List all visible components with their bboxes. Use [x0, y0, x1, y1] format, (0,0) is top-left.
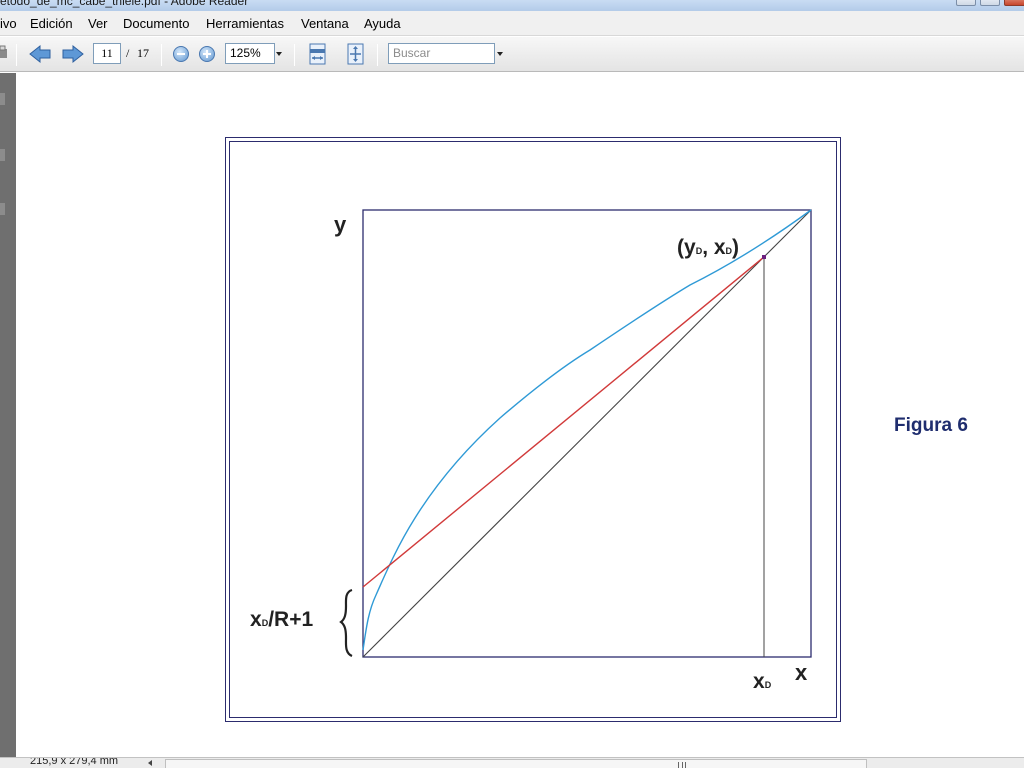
scroll-left-icon[interactable] — [148, 760, 152, 766]
distillate-point — [762, 255, 766, 259]
intercept-label: xD/R+1 — [250, 608, 314, 631]
operating-line — [362, 256, 765, 588]
xd-tick-label: xD — [753, 670, 772, 693]
page-size-label: 215,9 x 279,4 mm — [30, 757, 119, 767]
distillate-point-label: (yD, xD) — [677, 236, 740, 259]
equilibrium-curve — [362, 209, 812, 651]
horizontal-scrollbar[interactable] — [165, 759, 867, 768]
status-bar: 215,9 x 279,4 mm — [0, 757, 1024, 768]
diagonal-line — [362, 209, 812, 658]
figure-caption: Figura 6 — [894, 415, 968, 436]
intercept-brace — [339, 588, 353, 658]
y-axis-label: y — [334, 212, 347, 237]
x-axis-label: x — [795, 660, 808, 685]
mccabe-thiele-diagram — [339, 209, 812, 658]
scroll-thumb-grip[interactable] — [678, 762, 686, 768]
